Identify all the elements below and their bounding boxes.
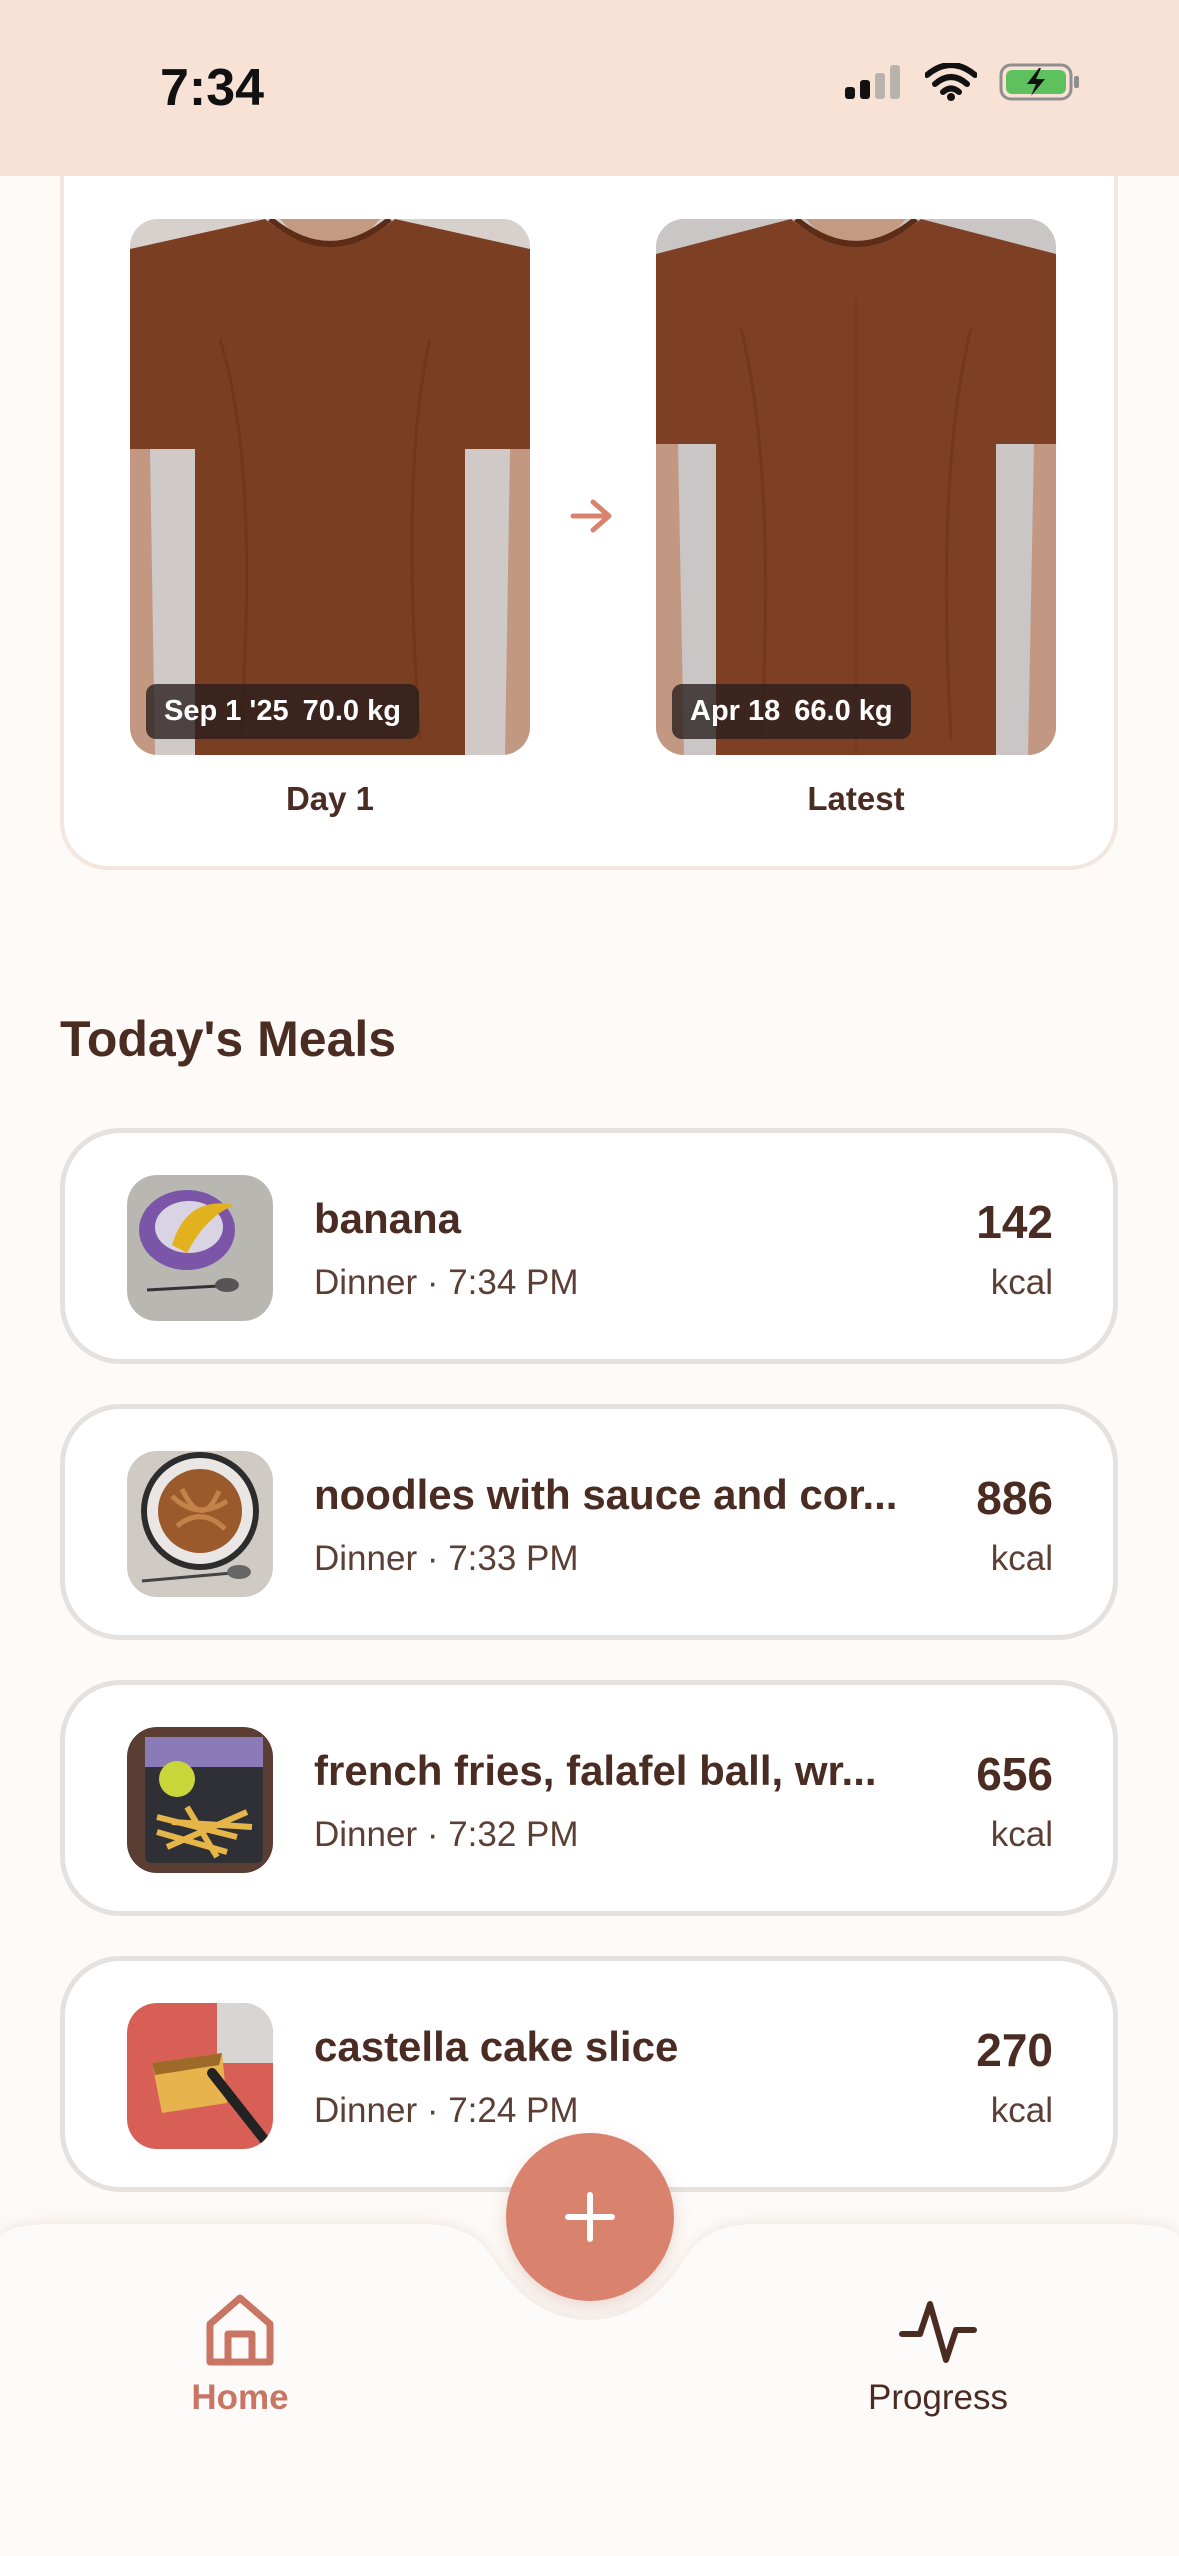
nav-home[interactable]: Home — [110, 2290, 370, 2418]
meal-calories-unit: kcal — [990, 2091, 1053, 2130]
day-one-caption: Day 1 — [285, 780, 375, 817]
meal-meta: Dinner · 7:34 PM — [314, 1263, 579, 1302]
meal-calories: 270 — [976, 2024, 1053, 2076]
add-meal-button[interactable] — [506, 2133, 674, 2301]
photo-weight: 66.0 kg — [794, 695, 893, 727]
nav-progress-label: Progress — [867, 2378, 1009, 2417]
meal-calories: 142 — [976, 1196, 1053, 1248]
photo-date-weight-tag: Sep 1 '25 70.0 kg — [146, 684, 419, 739]
meal-name: castella cake slice — [314, 2023, 679, 2070]
noodles-photo-image — [127, 1451, 273, 1597]
photo-date: Apr 18 — [690, 695, 781, 727]
status-time: 7:34 — [160, 59, 265, 117]
cake-photo-image — [127, 2003, 273, 2149]
photo-date: Sep 1 '25 — [164, 695, 289, 727]
battery-charging-icon — [999, 63, 1079, 101]
status-bar: 7:34 — [0, 0, 1179, 176]
meal-card[interactable]: french fries, falafel ball, wr... Dinner… — [60, 1680, 1118, 1916]
tshirt-photo-image — [130, 219, 530, 755]
meal-meta: Dinner · 7:32 PM — [314, 1815, 579, 1854]
banana-photo-image — [127, 1175, 273, 1321]
meal-name: french fries, falafel ball, wr... — [314, 1747, 877, 1794]
status-icons — [845, 62, 1081, 102]
wifi-icon — [925, 63, 977, 101]
meal-calories: 886 — [976, 1472, 1053, 1524]
meal-name: banana — [314, 1195, 462, 1242]
photo-date-weight-tag: Apr 18 66.0 kg — [672, 684, 911, 739]
home-icon — [206, 2294, 274, 2366]
meal-calories-unit: kcal — [990, 1815, 1053, 1854]
day-one-photo[interactable]: Sep 1 '25 70.0 kg — [130, 219, 530, 755]
nav-home-label: Home — [191, 2378, 289, 2417]
meal-thumbnail — [127, 2003, 273, 2149]
activity-icon — [899, 2301, 977, 2363]
latest-photo[interactable]: Apr 18 66.0 kg — [656, 219, 1056, 755]
fries-photo-image — [127, 1727, 273, 1873]
cellular-signal-icon — [845, 65, 900, 99]
meal-meta: Dinner · 7:24 PM — [314, 2091, 579, 2130]
meal-calories: 656 — [976, 1748, 1053, 1800]
photo-weight: 70.0 kg — [302, 695, 401, 727]
meal-name: noodles with sauce and cor... — [314, 1471, 898, 1518]
meal-card[interactable]: banana Dinner · 7:34 PM 142 kcal — [60, 1128, 1118, 1364]
latest-caption: Latest — [807, 780, 905, 817]
meals-section-title: Today's Meals — [60, 1011, 397, 1067]
meal-thumbnail — [127, 1451, 273, 1597]
meal-meta: Dinner · 7:33 PM — [314, 1539, 579, 1578]
progress-photo-card[interactable]: Sep 1 '25 70.0 kg Apr 18 66.0 kg Day 1 Lat… — [60, 100, 1118, 870]
tshirt-photo-image — [656, 219, 1056, 755]
meal-calories-unit: kcal — [990, 1539, 1053, 1578]
arrow-right-icon — [570, 499, 612, 533]
meal-thumbnail — [127, 1175, 273, 1321]
nav-progress[interactable]: Progress — [808, 2290, 1068, 2418]
meal-card[interactable]: noodles with sauce and cor... Dinner · 7… — [60, 1404, 1118, 1640]
plus-icon — [565, 2192, 615, 2242]
meal-thumbnail — [127, 1727, 273, 1873]
meal-calories-unit: kcal — [990, 1263, 1053, 1302]
